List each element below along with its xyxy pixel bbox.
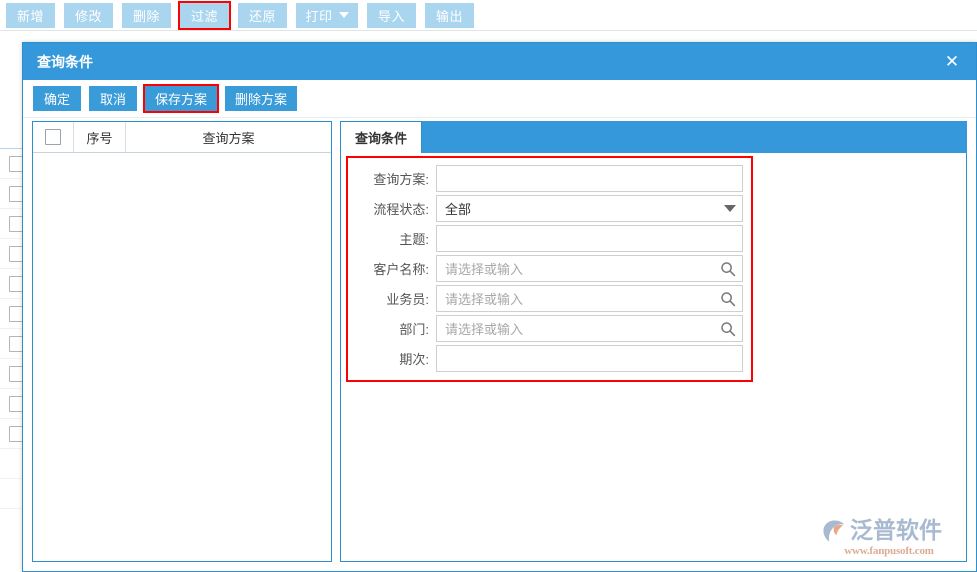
restore-button[interactable]: 还原 <box>238 2 287 28</box>
subject-field[interactable] <box>436 225 743 252</box>
scheme-header-cell[interactable]: 查询方案 <box>126 122 331 152</box>
chevron-down-icon <box>338 12 349 18</box>
import-button-label: 导入 <box>377 8 405 24</box>
condition-tab-bar: 查询条件 <box>340 121 967 153</box>
fanpu-logo-icon <box>821 518 847 544</box>
dialog-toolbar: 确定 取消 保存方案 删除方案 <box>23 80 976 118</box>
subject-field-label: 主题: <box>399 232 429 247</box>
condition-form: 查询方案: 流程状态: 全部 主题: 客户名称: 请选择或输入 业务员: 请选择或输入 部门: 请… <box>346 156 753 382</box>
process-status-field-value: 全部 <box>445 202 472 217</box>
dialog-body: 序号 查询方案 查询条件 查询方案: 流程状态: 全部 主题: 客户名称: 请选择或输入业… <box>32 121 967 562</box>
condition-content-area: 查询方案: 流程状态: 全部 主题: 客户名称: 请选择或输入 业务员: 请选择或输入 部门: 请… <box>340 153 967 562</box>
close-icon[interactable]: ✕ <box>940 50 964 74</box>
process-status-field[interactable]: 全部 <box>436 195 743 222</box>
scheme-list-panel: 序号 查询方案 <box>32 121 332 562</box>
dialog-title: 查询条件 <box>37 53 93 70</box>
subject-field-row: 主题: <box>354 224 743 253</box>
salesperson-field-row: 业务员: 请选择或输入 <box>354 284 743 313</box>
condition-panel: 查询条件 查询方案: 流程状态: 全部 主题: 客户名称: 请选择或输入 业务员: 请选择或输… <box>340 121 967 562</box>
watermark-logo: 泛普软件 www.fanpusoft.com <box>821 518 957 557</box>
department-field-value: 请选择或输入 <box>445 322 524 337</box>
chevron-down-icon[interactable] <box>724 205 736 212</box>
watermark-url: www.fanpusoft.com <box>844 545 934 557</box>
add-button-label: 新增 <box>16 8 44 24</box>
export-button-label: 输出 <box>435 8 463 24</box>
customer-name-field[interactable]: 请选择或输入 <box>436 255 743 282</box>
confirm-button[interactable]: 确定 <box>33 86 81 111</box>
delete-button[interactable]: 删除 <box>122 2 171 28</box>
tab-query-condition[interactable]: 查询条件 <box>340 121 423 153</box>
dialog-title-bar: 查询条件 ✕ <box>23 43 976 80</box>
main-toolbar: 新增 修改 删除 过滤 还原 打印 导入 输出 <box>0 0 977 31</box>
salesperson-field-label: 业务员: <box>386 292 429 307</box>
save-scheme-button[interactable]: 保存方案 <box>142 84 220 113</box>
seq-header-cell[interactable]: 序号 <box>74 122 126 152</box>
save-scheme-button-label: 保存方案 <box>155 92 208 107</box>
delete-scheme-button[interactable]: 删除方案 <box>225 86 298 111</box>
query-scheme-field[interactable] <box>436 165 743 192</box>
search-icon[interactable] <box>720 261 736 277</box>
edit-button[interactable]: 修改 <box>64 2 113 28</box>
scheme-table-body[interactable] <box>33 153 331 561</box>
import-button[interactable]: 导入 <box>367 2 416 28</box>
period-field-label: 期次: <box>399 352 429 367</box>
period-field[interactable] <box>436 345 743 372</box>
process-status-field-row: 流程状态: 全部 <box>354 194 743 223</box>
edit-button-label: 修改 <box>74 8 102 24</box>
delete-button-label: 删除 <box>132 8 160 24</box>
query-scheme-field-label: 查询方案: <box>373 172 429 187</box>
salesperson-field[interactable]: 请选择或输入 <box>436 285 743 312</box>
cancel-button-label: 取消 <box>99 92 126 107</box>
search-icon[interactable] <box>720 291 736 307</box>
confirm-button-label: 确定 <box>43 92 70 107</box>
print-button[interactable]: 打印 <box>296 2 358 28</box>
department-field[interactable]: 请选择或输入 <box>436 315 743 342</box>
query-condition-dialog: 查询条件 ✕ 确定 取消 保存方案 删除方案 序号 查询方案 查询条件 查询方案… <box>22 42 977 572</box>
select-all-checkbox[interactable] <box>45 129 61 145</box>
add-button[interactable]: 新增 <box>6 2 55 28</box>
department-field-row: 部门: 请选择或输入 <box>354 314 743 343</box>
application-window: 新增 修改 删除 过滤 还原 打印 导入 输出 查询条件 ✕ 确定 取消 保存方案 删除方案 序号 … <box>0 0 977 572</box>
department-field-label: 部门: <box>399 322 429 337</box>
scheme-table-header: 序号 查询方案 <box>33 122 331 153</box>
salesperson-field-value: 请选择或输入 <box>445 292 524 307</box>
filter-button[interactable]: 过滤 <box>178 0 231 30</box>
export-button[interactable]: 输出 <box>425 2 474 28</box>
select-all-header-cell[interactable] <box>33 122 74 152</box>
watermark-brand: 泛普软件 <box>850 517 942 544</box>
query-scheme-field-row: 查询方案: <box>354 164 743 193</box>
cancel-button[interactable]: 取消 <box>89 86 137 111</box>
restore-button-label: 还原 <box>248 8 276 24</box>
print-button-label: 打印 <box>305 8 333 24</box>
search-icon[interactable] <box>720 321 736 337</box>
process-status-field-label: 流程状态: <box>373 202 429 217</box>
customer-name-field-label: 客户名称: <box>373 262 429 277</box>
filter-button-label: 过滤 <box>190 8 218 24</box>
customer-name-field-value: 请选择或输入 <box>445 262 524 277</box>
period-field-row: 期次: <box>354 344 743 373</box>
customer-name-field-row: 客户名称: 请选择或输入 <box>354 254 743 283</box>
delete-scheme-button-label: 删除方案 <box>235 92 288 107</box>
